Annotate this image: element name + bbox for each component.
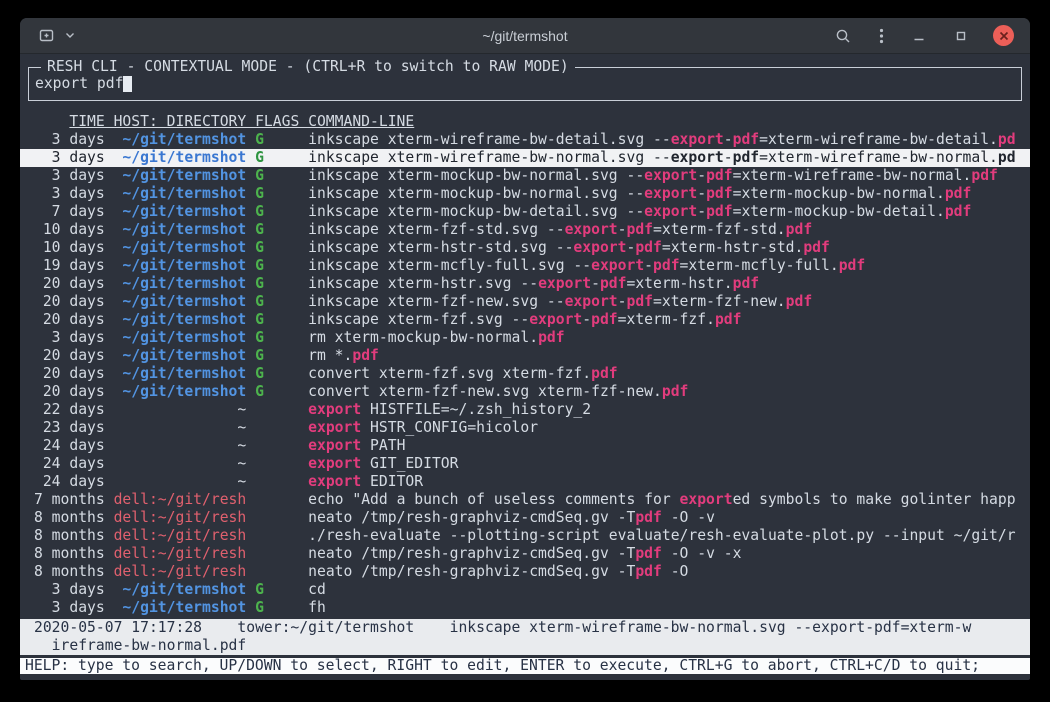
history-row[interactable]: 3 days ~/git/termshot G fh: [20, 599, 1030, 617]
restore-button[interactable]: [951, 27, 971, 45]
new-tab-icon: [39, 28, 56, 43]
terminal-window: ~/git/termshot: [20, 18, 1030, 680]
history-row[interactable]: 24 days ~ export EDITOR: [20, 473, 1030, 491]
close-button[interactable]: [993, 25, 1014, 46]
history-row[interactable]: 3 days ~/git/termshot G inkscape xterm-m…: [20, 185, 1030, 203]
kebab-menu-icon: [879, 28, 884, 44]
history-row[interactable]: 23 days ~ export HSTR_CONFIG=hicolor: [20, 419, 1030, 437]
history-row[interactable]: 20 days ~/git/termshot G rm *.pdf: [20, 347, 1030, 365]
header-lead: [34, 113, 69, 130]
history-row[interactable]: 8 months dell:~/git/resh ./resh-evaluate…: [20, 527, 1030, 545]
caret-down-icon: [65, 32, 75, 39]
minimize-icon: [912, 29, 926, 43]
search-input[interactable]: export pdf: [35, 75, 132, 93]
tab-menu-button[interactable]: [62, 30, 78, 41]
table-header: TIME HOST: DIRECTORY FLAGS COMMAND-LINE: [20, 113, 1030, 131]
titlebar-right-controls: [832, 25, 1014, 46]
mode-label: RESH CLI - CONTEXTUAL MODE - (CTRL+R to …: [41, 58, 575, 76]
close-icon: [999, 31, 1009, 41]
history-row[interactable]: 20 days ~/git/termshot G inkscape xterm-…: [20, 311, 1030, 329]
history-row[interactable]: 22 days ~ export HISTFILE=~/.zsh_history…: [20, 401, 1030, 419]
titlebar-left-controls: [36, 26, 78, 45]
detail-line-1: 2020-05-07 17:17:28 tower:~/git/termshot…: [34, 619, 1030, 637]
search-button[interactable]: [832, 26, 854, 46]
history-row[interactable]: 20 days ~/git/termshot G inkscape xterm-…: [20, 275, 1030, 293]
history-row[interactable]: 3 days ~/git/termshot G inkscape xterm-m…: [20, 167, 1030, 185]
header-text: TIME HOST: DIRECTORY FLAGS COMMAND-LINE: [69, 113, 414, 130]
history-row[interactable]: 24 days ~ export PATH: [20, 437, 1030, 455]
restore-icon: [954, 29, 968, 43]
history-row[interactable]: 3 days ~/git/termshot G inkscape xterm-w…: [20, 149, 1030, 167]
history-row[interactable]: 20 days ~/git/termshot G convert xterm-f…: [20, 383, 1030, 401]
history-row[interactable]: 7 days ~/git/termshot G inkscape xterm-m…: [20, 203, 1030, 221]
history-row[interactable]: 8 months dell:~/git/resh neato /tmp/resh…: [20, 545, 1030, 563]
search-icon: [835, 28, 851, 44]
history-row[interactable]: 19 days ~/git/termshot G inkscape xterm-…: [20, 257, 1030, 275]
history-row[interactable]: 3 days ~/git/termshot G rm xterm-mockup-…: [20, 329, 1030, 347]
history-row[interactable]: 3 days ~/git/termshot G cd: [20, 581, 1030, 599]
help-bar: HELP: type to search, UP/DOWN to select,…: [20, 658, 1030, 674]
text-cursor: [123, 76, 132, 92]
terminal-content: RESH CLI - CONTEXTUAL MODE - (CTRL+R to …: [20, 54, 1030, 679]
history-row[interactable]: 24 days ~ export GIT_EDITOR: [20, 455, 1030, 473]
history-row[interactable]: 10 days ~/git/termshot G inkscape xterm-…: [20, 221, 1030, 239]
history-row[interactable]: 7 months dell:~/git/resh echo "Add a bun…: [20, 491, 1030, 509]
search-frame: RESH CLI - CONTEXTUAL MODE - (CTRL+R to …: [28, 67, 1022, 101]
history-row[interactable]: 8 months dell:~/git/resh neato /tmp/resh…: [20, 509, 1030, 527]
history-row[interactable]: 20 days ~/git/termshot G convert xterm-f…: [20, 365, 1030, 383]
detail-line-2: ireframe-bw-normal.pdf: [34, 637, 1030, 655]
history-row[interactable]: 8 months dell:~/git/resh neato /tmp/resh…: [20, 563, 1030, 581]
history-row[interactable]: 20 days ~/git/termshot G inkscape xterm-…: [20, 293, 1030, 311]
search-query-text: export pdf: [35, 75, 123, 93]
selected-detail: 2020-05-07 17:17:28 tower:~/git/termshot…: [20, 619, 1030, 655]
history-row[interactable]: 3 days ~/git/termshot G inkscape xterm-w…: [20, 131, 1030, 149]
new-tab-button[interactable]: [36, 26, 59, 45]
history-list: 3 days ~/git/termshot G inkscape xterm-w…: [20, 131, 1030, 617]
titlebar: ~/git/termshot: [20, 18, 1030, 54]
minimize-button[interactable]: [909, 27, 929, 45]
history-row[interactable]: 10 days ~/git/termshot G inkscape xterm-…: [20, 239, 1030, 257]
menu-button[interactable]: [876, 26, 887, 46]
